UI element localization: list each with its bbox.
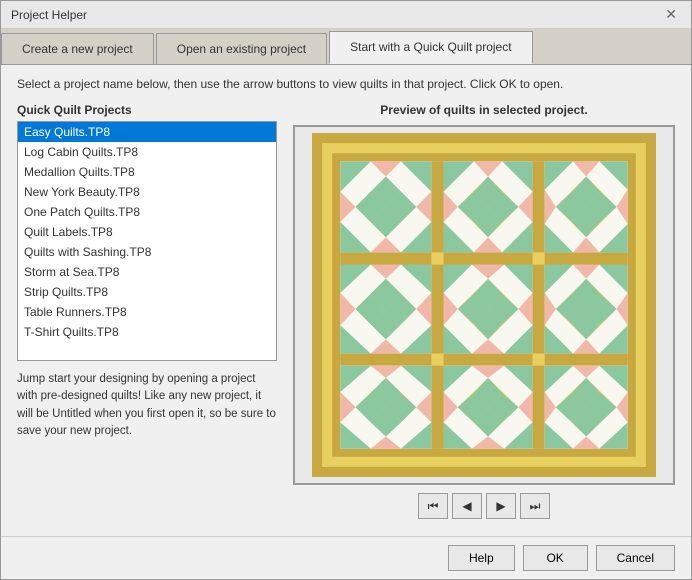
main-window: Project Helper ✕ Create a new project Op… bbox=[0, 0, 692, 580]
preview-label: Preview of quilts in selected project. bbox=[380, 103, 587, 117]
preview-area bbox=[293, 125, 675, 485]
title-bar: Project Helper ✕ bbox=[1, 1, 691, 29]
list-item-sashing[interactable]: Quilts with Sashing.TP8 bbox=[18, 242, 276, 262]
projects-label: Quick Quilt Projects bbox=[17, 103, 277, 117]
left-panel: Quick Quilt Projects Easy Quilts.TP8Log … bbox=[17, 103, 277, 524]
prev-button[interactable]: ◀ bbox=[452, 493, 482, 519]
navigation-buttons: ⏮ ◀ ▶ ⏭ bbox=[418, 493, 550, 519]
description-text: Jump start your designing by opening a p… bbox=[17, 371, 277, 440]
list-item-strip[interactable]: Strip Quilts.TP8 bbox=[18, 282, 276, 302]
list-item-labels[interactable]: Quilt Labels.TP8 bbox=[18, 222, 276, 242]
cancel-button[interactable]: Cancel bbox=[596, 545, 675, 571]
project-list[interactable]: Easy Quilts.TP8Log Cabin Quilts.TP8Medal… bbox=[17, 121, 277, 361]
ok-button[interactable]: OK bbox=[523, 545, 588, 571]
tab-bar: Create a new project Open an existing pr… bbox=[1, 29, 691, 65]
right-panel: Preview of quilts in selected project. bbox=[293, 103, 675, 524]
next-button[interactable]: ▶ bbox=[486, 493, 516, 519]
help-button[interactable]: Help bbox=[448, 545, 515, 571]
list-item-tshirt[interactable]: T-Shirt Quilts.TP8 bbox=[18, 322, 276, 342]
window-title: Project Helper bbox=[11, 8, 87, 22]
list-item-easy[interactable]: Easy Quilts.TP8 bbox=[18, 122, 276, 142]
list-item-log[interactable]: Log Cabin Quilts.TP8 bbox=[18, 142, 276, 162]
content-area: Select a project name below, then use th… bbox=[1, 65, 691, 536]
list-item-storm[interactable]: Storm at Sea.TP8 bbox=[18, 262, 276, 282]
instruction-text: Select a project name below, then use th… bbox=[17, 77, 675, 91]
tab-quick[interactable]: Start with a Quick Quilt project bbox=[329, 31, 532, 64]
main-area: Quick Quilt Projects Easy Quilts.TP8Log … bbox=[17, 103, 675, 524]
tab-new[interactable]: Create a new project bbox=[1, 33, 154, 64]
list-item-newyork[interactable]: New York Beauty.TP8 bbox=[18, 182, 276, 202]
last-button[interactable]: ⏭ bbox=[520, 493, 550, 519]
bottom-bar: Help OK Cancel bbox=[1, 536, 691, 579]
list-item-runners[interactable]: Table Runners.TP8 bbox=[18, 302, 276, 322]
tab-open[interactable]: Open an existing project bbox=[156, 33, 327, 64]
list-item-onepatch[interactable]: One Patch Quilts.TP8 bbox=[18, 202, 276, 222]
close-button[interactable]: ✕ bbox=[661, 6, 681, 23]
list-item-medallion[interactable]: Medallion Quilts.TP8 bbox=[18, 162, 276, 182]
first-button[interactable]: ⏮ bbox=[418, 493, 448, 519]
